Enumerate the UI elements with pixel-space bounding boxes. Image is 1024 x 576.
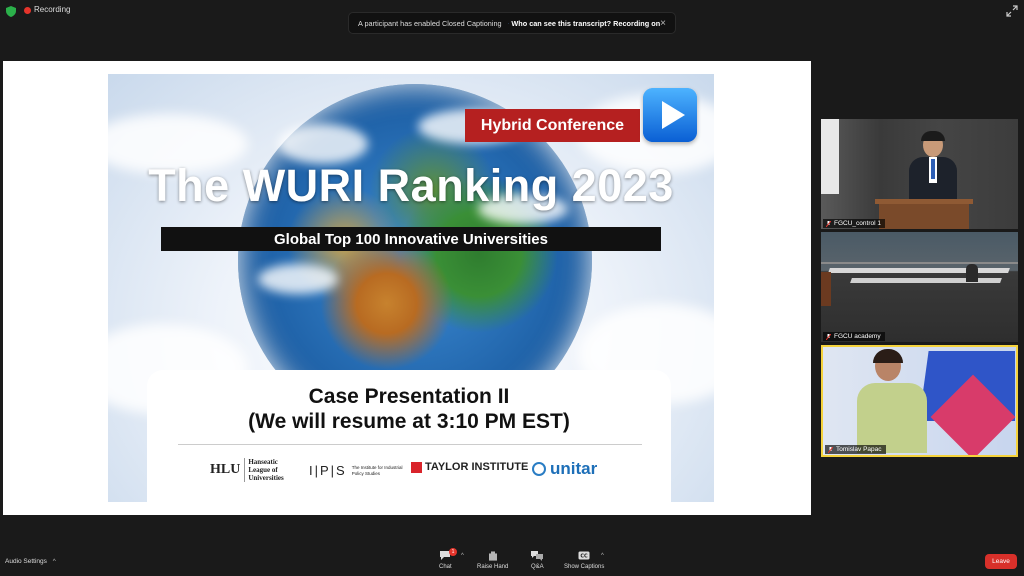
- ips-logo: I|P|S The Institute for Industrial Polic…: [309, 463, 404, 478]
- banner-text: A participant has enabled Closed Caption…: [358, 18, 502, 28]
- taylor-logo-mark: [411, 461, 422, 473]
- presentation-slide: Hybrid Conference The WURI Ranking 2023 …: [108, 74, 714, 502]
- chevron-up-icon[interactable]: ^: [601, 553, 604, 559]
- show-captions-button[interactable]: CC Show Captions ^: [564, 550, 604, 570]
- mic-muted-icon: [826, 333, 831, 340]
- shield-icon: [6, 6, 16, 17]
- taylor-institute-logo: TAYLOR INSTITUTE: [411, 461, 528, 473]
- recording-icon: [24, 7, 31, 14]
- taylor-logo-text: TAYLOR INSTITUTE: [425, 461, 529, 473]
- participant-name: FGCU academy: [834, 333, 881, 340]
- show-captions-label: Show Captions: [564, 564, 605, 570]
- un-emblem-icon: [532, 462, 546, 476]
- participant-name-tag: FGCU academy: [823, 332, 885, 341]
- audio-settings-button[interactable]: Audio Settings ^: [5, 558, 56, 565]
- divider: [178, 444, 642, 445]
- mic-muted-icon: [828, 446, 833, 453]
- participant-name: Tomislav Papac: [836, 446, 882, 453]
- close-icon[interactable]: ×: [660, 18, 666, 29]
- hlu-logo-text: Hanseatic League of Universities: [244, 458, 284, 482]
- conference-table: [828, 268, 1010, 273]
- slide-subtitle: Global Top 100 Innovative Universities: [161, 227, 661, 251]
- raise-hand-label: Raise Hand: [477, 564, 509, 570]
- participant-figure: [857, 349, 927, 455]
- unitar-logo-text: unitar: [550, 459, 598, 478]
- hlu-logo-short: HLU: [210, 462, 241, 477]
- ips-logo-short: I|P|S: [309, 463, 347, 478]
- play-icon: [643, 88, 697, 142]
- transcript-link[interactable]: Who can see this transcript? Recording o…: [511, 19, 660, 28]
- raise-hand-button[interactable]: Raise Hand: [477, 550, 508, 570]
- qa-label: Q&A: [531, 564, 544, 570]
- hybrid-conference-badge: Hybrid Conference: [465, 109, 640, 142]
- resume-time-note: (We will resume at 3:10 PM EST): [248, 410, 570, 433]
- chat-button[interactable]: 1 Chat ^: [439, 548, 464, 570]
- ips-logo-text: The Institute for Industrial Policy Stud…: [351, 465, 403, 476]
- conference-table: [850, 278, 1002, 283]
- chevron-up-icon[interactable]: ^: [53, 558, 56, 565]
- participant-name-tag: FGCU_control 1: [823, 219, 885, 228]
- participant-tile-active[interactable]: Tomislav Papac: [821, 345, 1018, 457]
- qa-button[interactable]: Q&A: [531, 550, 544, 570]
- recording-label[interactable]: Recording: [34, 5, 70, 14]
- leave-button[interactable]: Leave: [985, 554, 1017, 569]
- audio-settings-label: Audio Settings: [5, 558, 47, 565]
- qa-icon: [531, 551, 544, 561]
- hand-icon: [488, 551, 497, 561]
- person-icon: [507, 22, 509, 24]
- unitar-logo: unitar: [532, 459, 597, 479]
- podium: [879, 202, 969, 229]
- participant-name-tag: Tomislav Papac: [825, 445, 886, 454]
- slide-title: The WURI Ranking 2023: [148, 160, 674, 211]
- hlu-logo: HLU Hanseatic League of Universities: [210, 458, 284, 482]
- participant-name: FGCU_control 1: [834, 220, 881, 227]
- expand-icon[interactable]: [1006, 5, 1018, 17]
- chat-label: Chat: [439, 564, 452, 570]
- participant-tile[interactable]: FGCU academy: [821, 232, 1018, 342]
- participant-tile[interactable]: FGCU_control 1: [821, 119, 1018, 229]
- chat-badge: 1: [449, 548, 457, 556]
- svg-text:CC: CC: [581, 554, 589, 560]
- case-presentation-title: Case Presentation II: [308, 385, 510, 408]
- chevron-up-icon[interactable]: ^: [461, 553, 464, 559]
- captioning-banner: A participant has enabled Closed Caption…: [348, 12, 676, 34]
- mic-muted-icon: [826, 220, 831, 227]
- cc-icon: CC: [578, 551, 590, 560]
